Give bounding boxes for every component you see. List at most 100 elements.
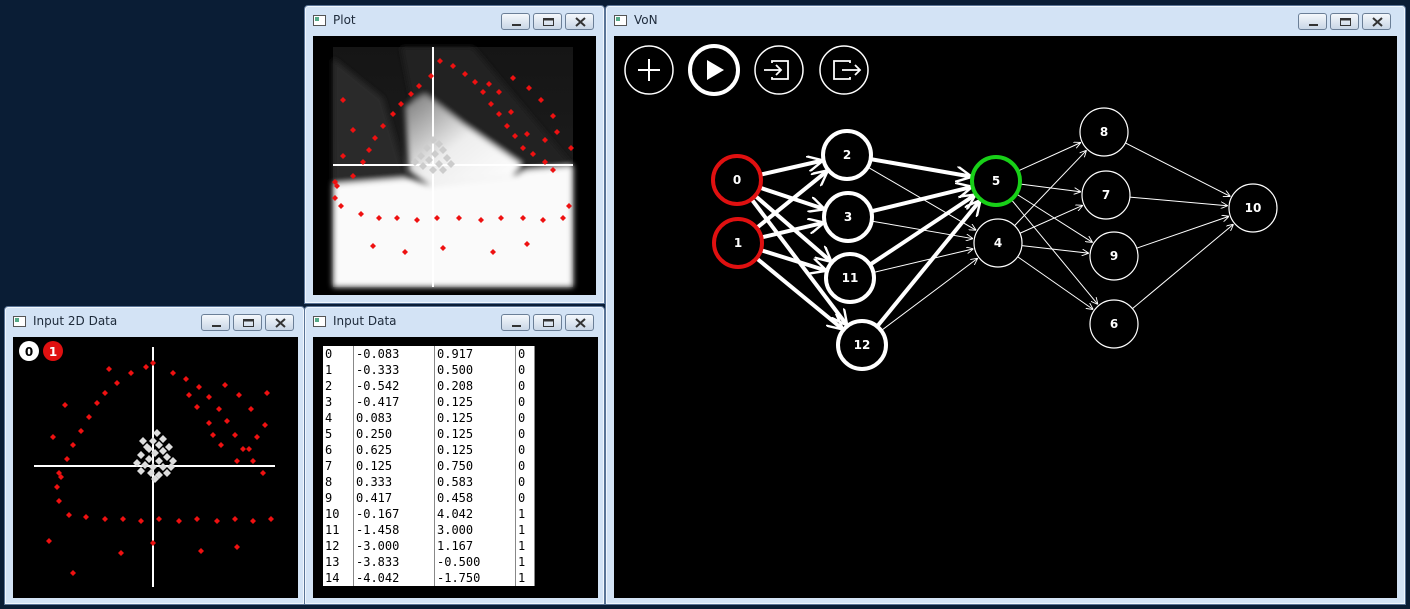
table-row[interactable]: 0 -0.083 0.917 0 [323, 346, 535, 362]
network-node-9[interactable]: 9 [1089, 231, 1139, 281]
close-button[interactable] [565, 13, 594, 30]
connection-edge[interactable] [1015, 193, 1092, 242]
table-row[interactable]: 1 -0.333 0.500 0 [323, 362, 535, 378]
input-scatter-plot: 0 1 [19, 341, 275, 587]
maximize-button[interactable] [533, 314, 562, 331]
minimize-button[interactable] [1298, 13, 1327, 30]
window-title: VoN [634, 13, 658, 27]
table-cell: 0.333 [353, 474, 435, 490]
network-node-10[interactable]: 10 [1228, 183, 1278, 233]
minimize-button[interactable] [201, 314, 230, 331]
connection-edge[interactable] [1129, 196, 1227, 206]
maximize-button[interactable] [233, 314, 262, 331]
close-button[interactable] [1362, 13, 1391, 30]
import-button[interactable] [754, 45, 804, 95]
class1-legend-button[interactable]: 1 [43, 341, 63, 361]
class1-region-lower [333, 166, 573, 287]
connection-edge[interactable] [759, 161, 821, 177]
table-cell: 0.500 [434, 362, 516, 378]
table-row[interactable]: 2 -0.542 0.208 0 [323, 378, 535, 394]
node-label: 0 [733, 173, 741, 187]
von-titlebar[interactable]: VoN [606, 6, 1405, 36]
class1-point [143, 364, 149, 370]
table-row[interactable]: 11 -1.458 3.000 1 [323, 522, 535, 538]
close-button[interactable] [565, 314, 594, 331]
connection-edge[interactable] [1125, 142, 1229, 196]
table-row[interactable]: 4 0.083 0.125 0 [323, 410, 535, 426]
class1-point [206, 394, 212, 400]
class1-point [94, 400, 100, 406]
class1-point [216, 406, 222, 412]
inputdata-titlebar[interactable]: Input Data [305, 307, 604, 337]
minimize-button[interactable] [501, 314, 530, 331]
table-cell: -0.500 [434, 554, 516, 570]
minimize-button[interactable] [501, 13, 530, 30]
table-row[interactable]: 13 -3.833 -0.500 1 [323, 554, 535, 570]
inputdata-window: Input Data 0 -0.083 0.917 0 1 -0.333 0.500 0 2 -0… [304, 306, 605, 605]
class1-point [268, 516, 274, 522]
network-node-11[interactable]: 11 [824, 252, 876, 304]
network-node-7[interactable]: 7 [1081, 170, 1131, 220]
plot-titlebar[interactable]: Plot [305, 6, 604, 36]
network-node-8[interactable]: 8 [1079, 107, 1129, 157]
table-row[interactable]: 6 0.625 0.125 0 [323, 442, 535, 458]
network-node-3[interactable]: 3 [822, 191, 874, 243]
connection-edge[interactable] [870, 157, 971, 176]
class1-point [240, 446, 246, 452]
plot-canvas-area [313, 36, 596, 295]
table-cell: 0.917 [434, 346, 516, 362]
table-cell: 0.125 [434, 442, 516, 458]
node-label: 8 [1100, 125, 1108, 139]
class0-legend-button[interactable]: 0 [19, 341, 39, 361]
table-cell: 0 [515, 362, 535, 378]
network-node-5[interactable]: 5 [970, 155, 1022, 207]
class1-point [236, 392, 242, 398]
table-row[interactable]: 14 -4.042 -1.750 1 [323, 570, 535, 586]
table-row[interactable]: 5 0.250 0.125 0 [323, 426, 535, 442]
node-label: 5 [992, 174, 1000, 188]
class1-point [66, 512, 72, 518]
maximize-button[interactable] [533, 13, 562, 30]
table-row[interactable]: 8 0.333 0.583 0 [323, 474, 535, 490]
table-cell: 0.250 [353, 426, 435, 442]
table-cell: 2 [323, 378, 354, 394]
network-node-6[interactable]: 6 [1089, 299, 1139, 349]
window-title: Input 2D Data [33, 314, 118, 328]
class1-point [222, 382, 228, 388]
close-button[interactable] [265, 314, 294, 331]
connection-edge[interactable] [1019, 183, 1080, 192]
network-node-4[interactable]: 4 [973, 218, 1023, 268]
class1-point [156, 516, 162, 522]
connection-edge[interactable] [1136, 216, 1229, 249]
table-row[interactable]: 7 0.125 0.750 0 [323, 458, 535, 474]
maximize-button[interactable] [1330, 13, 1359, 30]
run-button[interactable] [688, 44, 740, 96]
table-row[interactable]: 9 0.417 0.458 0 [323, 490, 535, 506]
network-node-0[interactable]: 0 [711, 154, 763, 206]
table-cell: 0 [515, 442, 535, 458]
class1-point [183, 376, 189, 382]
network-node-12[interactable]: 12 [836, 319, 888, 371]
connection-edge[interactable] [875, 201, 979, 328]
table-cell: 0 [515, 458, 535, 474]
decision-boundary-plot [332, 47, 574, 287]
table-cell: 3 [323, 394, 354, 410]
export-button[interactable] [819, 45, 869, 95]
network-node-1[interactable]: 1 [712, 217, 764, 269]
table-cell: 5 [323, 426, 354, 442]
class1-point [78, 428, 84, 434]
node-label: 11 [842, 271, 859, 285]
network-node-2[interactable]: 2 [821, 129, 873, 181]
connection-edge[interactable] [1017, 256, 1093, 309]
table-row[interactable]: 10 -0.167 4.042 1 [323, 506, 535, 522]
table-cell: 9 [323, 490, 354, 506]
table-row[interactable]: 12 -3.000 1.167 1 [323, 538, 535, 554]
table-row[interactable]: 3 -0.417 0.125 0 [323, 394, 535, 410]
add-node-button[interactable] [624, 45, 674, 95]
connection-edge[interactable] [1010, 199, 1097, 304]
connection-edge[interactable] [880, 259, 977, 332]
connection-edge[interactable] [1132, 225, 1233, 310]
input2d-titlebar[interactable]: Input 2D Data [5, 307, 304, 337]
table-cell: -1.750 [434, 570, 516, 586]
table-cell: 0 [515, 346, 535, 362]
